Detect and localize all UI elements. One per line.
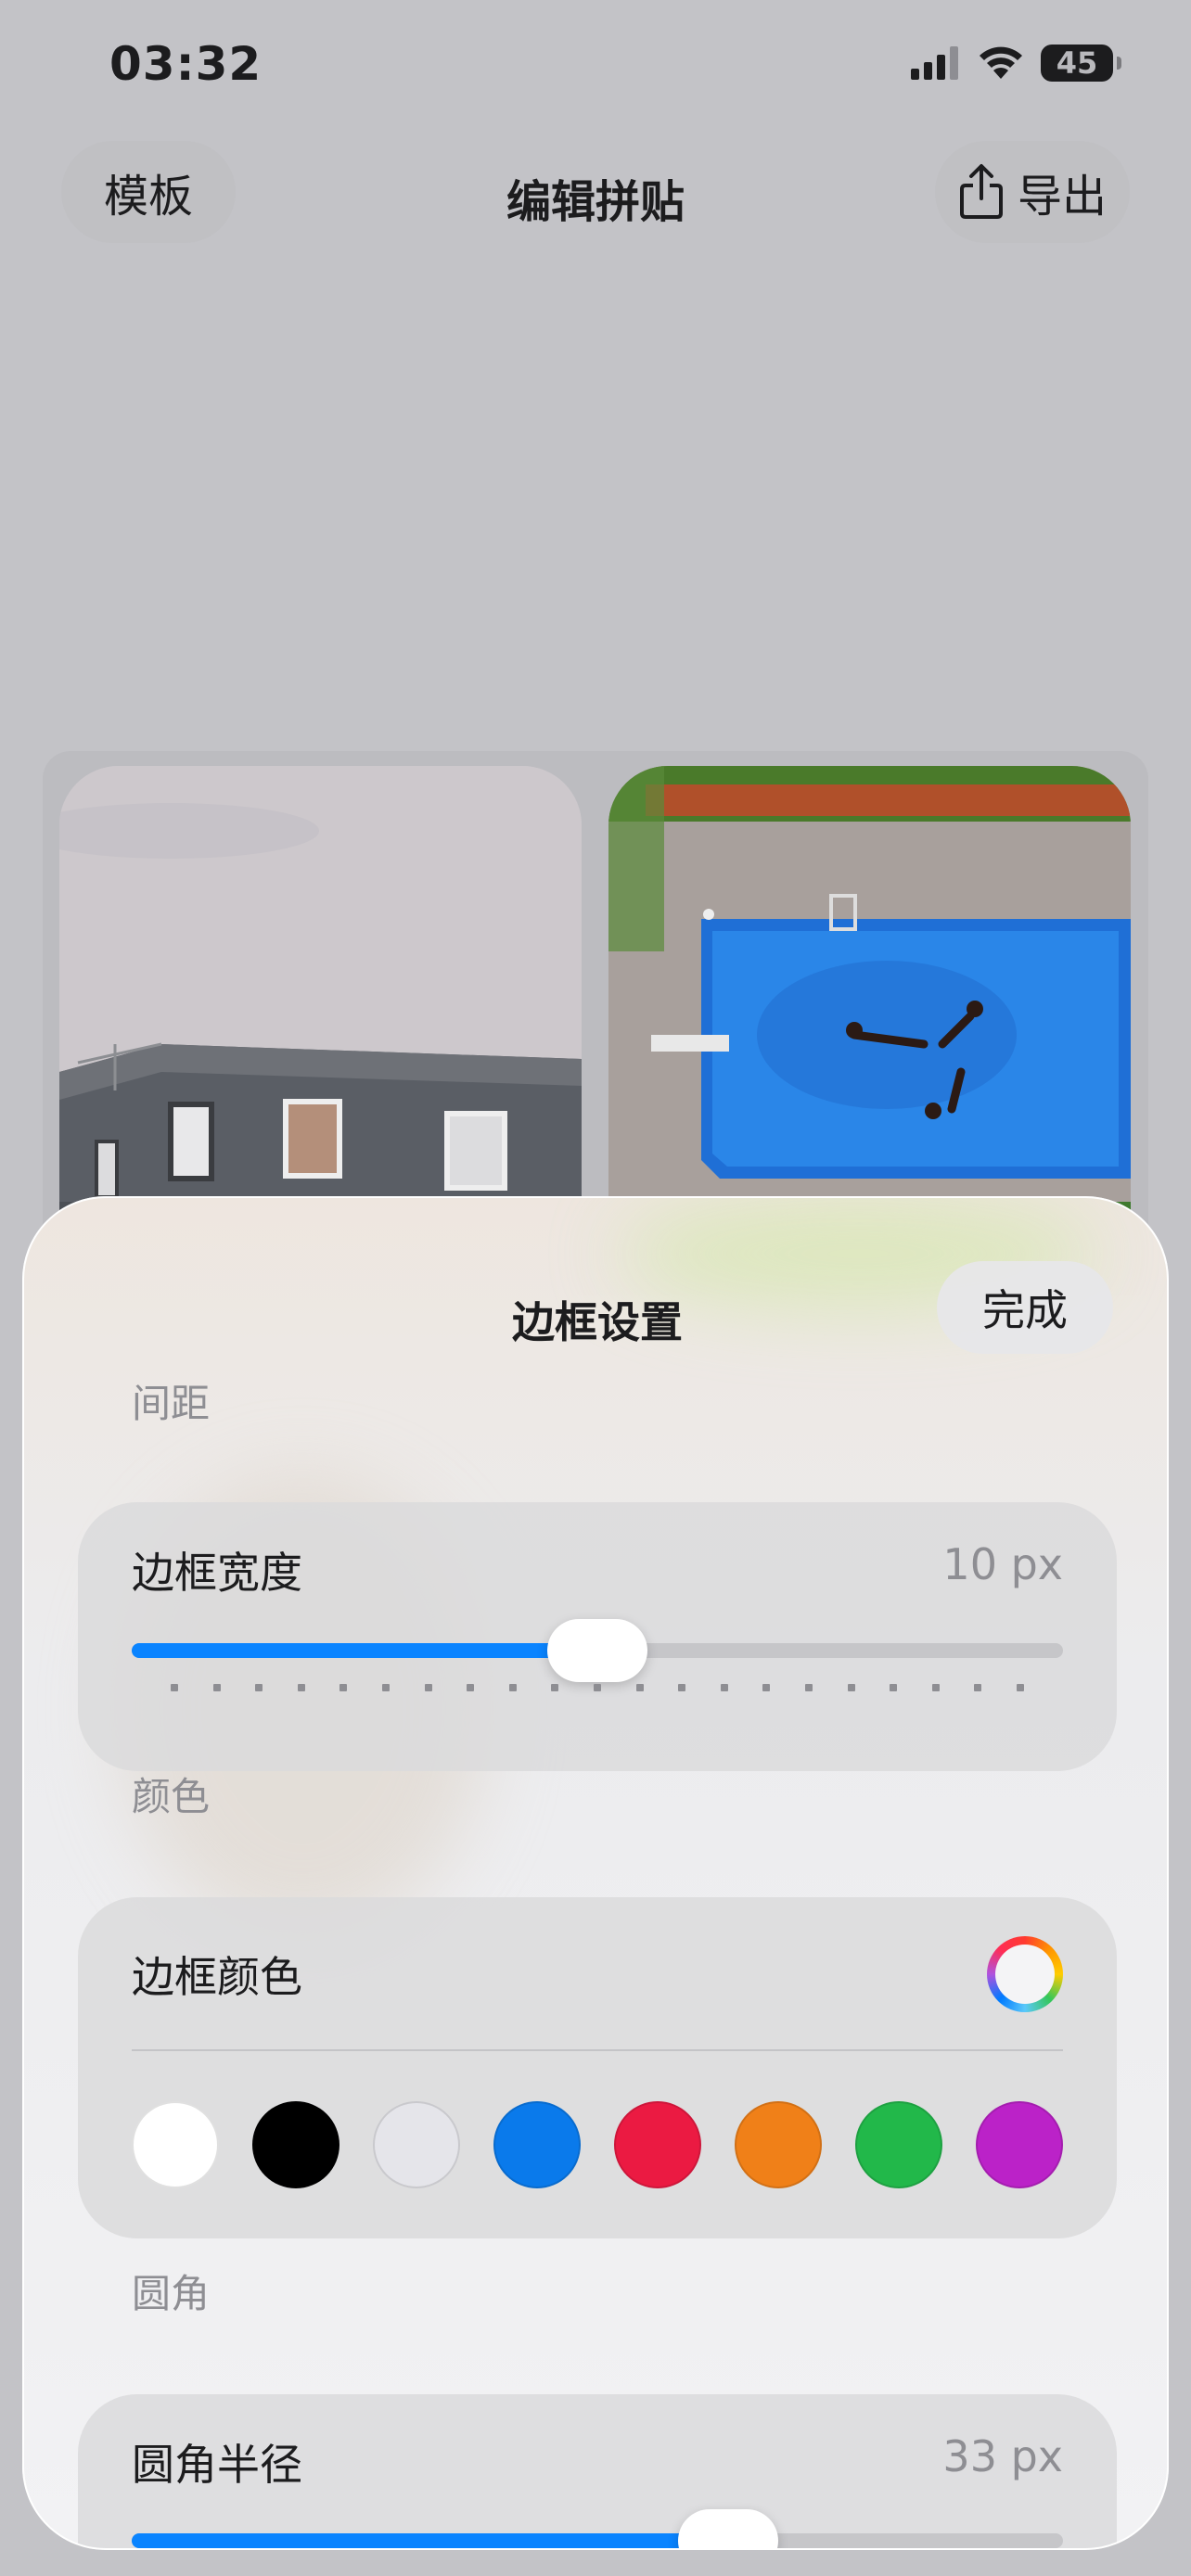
- slider-tick: [678, 1684, 686, 1691]
- slider-tick: [762, 1684, 771, 1691]
- color-picker-center: [995, 1945, 1055, 2004]
- wifi-icon: [980, 46, 1022, 79]
- corner-radius-slider-fill: [132, 2533, 728, 2548]
- border-width-ticks: [132, 1684, 1063, 1693]
- corner-radius-value: 33 px: [942, 2431, 1063, 2481]
- section-label-spacing: 间距: [132, 1381, 211, 1426]
- color-swatch-purple[interactable]: [976, 2101, 1063, 2188]
- slider-tick: [593, 1684, 601, 1691]
- export-button-label: 导出: [1017, 171, 1107, 223]
- slider-tick: [635, 1684, 644, 1691]
- border-width-label: 边框宽度: [132, 1548, 302, 1598]
- border-width-value: 10 px: [942, 1539, 1063, 1589]
- border-width-slider-fill: [132, 1643, 597, 1658]
- corner-radius-slider-thumb[interactable]: [677, 2509, 778, 2548]
- slider-tick: [720, 1684, 728, 1691]
- nav-bar: 模板 编辑拼贴 导出: [0, 139, 1191, 250]
- color-swatch-blue[interactable]: [493, 2101, 581, 2188]
- color-swatches: [132, 2101, 1063, 2188]
- color-swatch-black[interactable]: [252, 2101, 339, 2188]
- slider-tick: [255, 1684, 263, 1691]
- status-time: 03:32: [109, 37, 263, 91]
- color-swatch-light-gray[interactable]: [373, 2101, 460, 2188]
- corner-radius-card: 圆角半径 33 px: [78, 2394, 1117, 2548]
- battery-indicator: 45: [1041, 45, 1121, 82]
- slider-tick: [339, 1684, 348, 1691]
- slider-tick: [424, 1684, 432, 1691]
- slider-tick: [931, 1684, 940, 1691]
- color-picker-icon[interactable]: [987, 1936, 1063, 2012]
- status-icons: 45: [911, 45, 1121, 82]
- border-width-card: 边框宽度 10 px: [78, 1502, 1117, 1771]
- corner-radius-slider[interactable]: [132, 2509, 1063, 2548]
- color-swatch-orange[interactable]: [735, 2101, 822, 2188]
- color-swatch-white[interactable]: [132, 2101, 219, 2188]
- battery-level: 45: [1056, 45, 1098, 81]
- slider-tick: [890, 1684, 898, 1691]
- slider-tick: [551, 1684, 559, 1691]
- share-icon: [959, 164, 1003, 219]
- slider-tick: [212, 1684, 221, 1691]
- export-button[interactable]: 导出: [935, 141, 1130, 243]
- slider-tick: [847, 1684, 855, 1691]
- done-button-label: 完成: [982, 1285, 1068, 1335]
- color-swatch-red[interactable]: [614, 2101, 701, 2188]
- color-divider: [132, 2049, 1063, 2051]
- slider-tick: [974, 1684, 982, 1691]
- slider-tick: [467, 1684, 475, 1691]
- section-label-color: 颜色: [132, 1774, 211, 1819]
- status-bar: 03:32 45: [0, 0, 1191, 139]
- border-color-card: 边框颜色: [78, 1897, 1117, 2238]
- slider-tick: [804, 1684, 813, 1691]
- cellular-signal-icon: [911, 46, 958, 80]
- border-settings-sheet: 边框设置 完成 间距 边框宽度 10 px 颜色 边框颜色 圆角 圆角半径 33…: [22, 1196, 1169, 2550]
- done-button[interactable]: 完成: [937, 1261, 1113, 1354]
- border-width-slider-thumb[interactable]: [547, 1619, 647, 1682]
- section-label-corner: 圆角: [132, 2271, 211, 2316]
- slider-tick: [297, 1684, 305, 1691]
- slider-tick: [171, 1684, 178, 1691]
- border-color-label: 边框颜色: [132, 1952, 302, 2002]
- border-width-slider[interactable]: [132, 1619, 1063, 1682]
- color-swatch-green[interactable]: [855, 2101, 942, 2188]
- corner-radius-label: 圆角半径: [132, 2440, 302, 2490]
- slider-tick: [381, 1684, 390, 1691]
- slider-tick: [508, 1684, 517, 1691]
- slider-tick: [1016, 1684, 1024, 1691]
